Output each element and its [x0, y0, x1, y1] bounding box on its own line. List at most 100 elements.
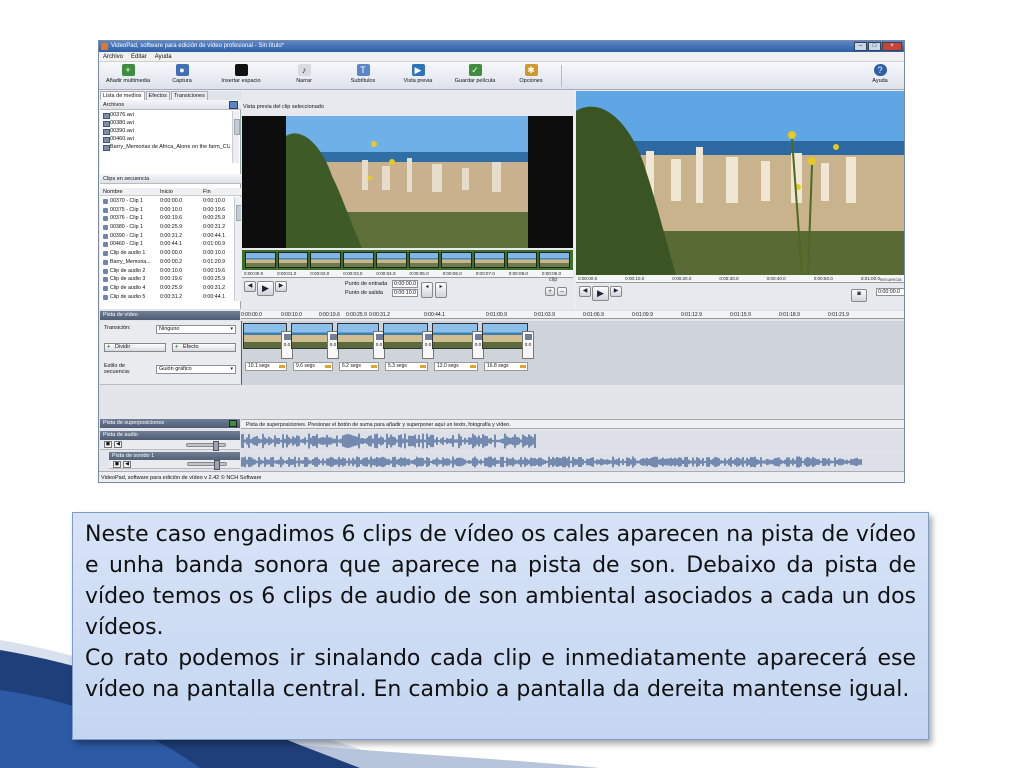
clip-row[interactable]: 00380 - Clip 1 0:00:25.9 0:00:31.2 — [100, 223, 234, 232]
effect-button[interactable]: Efecto — [172, 343, 236, 352]
clip-duration[interactable]: 6.2 segs — [339, 362, 379, 371]
column-name[interactable]: Nombre — [103, 188, 123, 196]
clip-ruler[interactable]: 0:00:00.0 0:00:01.0 0:00:02.0 0:00:03.0 0:00… — [242, 270, 573, 278]
title-bar: VideoPad, software para edición de vídeo… — [99, 41, 904, 52]
tab-media-list[interactable]: Lista de medios — [100, 91, 145, 100]
zoom-out-icon[interactable]: – — [557, 287, 567, 296]
save-movie-button[interactable]: ✓ Guardar película — [451, 64, 499, 88]
file-item[interactable]: 00380.avi — [102, 119, 230, 127]
overlay-track[interactable]: Pista de superposiciones. Presionar el b… — [241, 419, 904, 429]
audio-track[interactable] — [241, 431, 904, 451]
clip-row[interactable]: 00390 - Clip 1 0:00:31.2 0:00:44.1 — [100, 232, 234, 241]
clips-scrollbar[interactable] — [234, 197, 242, 301]
clip-row[interactable]: 00375 - Clip 1 0:00:10.0 0:00:19.6 — [100, 206, 234, 215]
clip-duration[interactable]: 16.8 segs — [484, 362, 528, 371]
help-button[interactable]: ? Ayuda — [867, 64, 893, 88]
column-end[interactable]: Fin — [203, 188, 211, 196]
solo-icon[interactable]: ◀ — [123, 461, 131, 468]
sequence-ruler[interactable]: 0:00:00.0 0:00:10.0 0:00:20.0 0:00:30.0 0:00… — [576, 275, 904, 283]
seq-prev-button[interactable]: ◀ — [579, 286, 591, 297]
audio-waveform — [241, 433, 536, 449]
file-item[interactable]: Barry_Memorias de Africa_Alone on the fa… — [102, 143, 230, 151]
minimize-button[interactable]: – — [854, 42, 867, 51]
audio-volume-slider[interactable] — [186, 441, 226, 451]
clip-duration[interactable]: 10.1 segs — [245, 362, 287, 371]
add-media-button[interactable]: + Añadir multimedia — [103, 64, 153, 88]
clip-tab[interactable]: clip — [549, 277, 557, 283]
clip-row[interactable]: Clip de audio 3 0:00:19.6 0:00:25.9 — [100, 275, 234, 284]
close-button[interactable]: × — [882, 42, 902, 51]
seq-next-button[interactable]: ▶ — [610, 286, 622, 297]
out-point-field[interactable]: 0:00:10.0 — [392, 289, 418, 297]
transition-slot[interactable]: 0.0 — [522, 331, 534, 359]
transition-duration: 0.0 — [283, 342, 291, 347]
clip-row[interactable]: Clip de audio 2 0:00:10.0 0:00:19.6 — [100, 267, 234, 276]
clip-end: 0:00:31.2 — [203, 224, 226, 231]
sequence-tab[interactable]: secuencia — [880, 278, 902, 283]
solo-icon[interactable]: ◀ — [114, 441, 122, 448]
insert-space-button[interactable]: Insertar espacio — [215, 64, 267, 88]
set-point-button-2[interactable]: ▸ — [435, 282, 447, 298]
sequence-preview-video[interactable] — [576, 91, 904, 275]
menu-archivo[interactable]: Archivo — [103, 52, 123, 61]
clip-row[interactable]: Barry_Memoria... 0:00:00.2 0:01:20.9 — [100, 258, 234, 267]
clip-row[interactable]: Clip de audio 5 0:00:31.2 0:00:44.1 — [100, 293, 234, 302]
filmstrip-frame — [441, 252, 472, 268]
sequence-time-field[interactable]: 0:00:00.0 — [876, 288, 904, 296]
clip-duration[interactable]: 13.0 segs — [434, 362, 478, 371]
clip-row[interactable]: Clip de audio 1 0:00:00.0 0:00:10.0 — [100, 249, 234, 258]
clip-filmstrip[interactable] — [242, 250, 573, 270]
timeline-tick-label: 0:01:15.9 — [730, 312, 751, 318]
file-list-scrollbar[interactable] — [232, 111, 240, 163]
clip-name: 00375 - Clip 1 — [103, 206, 143, 215]
audio-track-controls: ◼ ◀ — [100, 440, 240, 451]
mute-icon[interactable]: ◼ — [113, 461, 121, 468]
sound-1-volume-slider[interactable] — [187, 460, 227, 470]
clip-end: 0:00:10.0 — [203, 198, 226, 204]
clip-row[interactable]: 00460 - Clip 1 0:00:44.1 0:01:00.9 — [100, 240, 234, 249]
set-point-button[interactable]: ◂ — [421, 282, 433, 298]
tab-transitions[interactable]: Transiciones — [170, 91, 208, 100]
mute-icon[interactable]: ◼ — [104, 441, 112, 448]
snapshot-camera-icon[interactable]: ◙ — [851, 289, 867, 302]
file-item[interactable]: 00390.avi — [102, 127, 230, 135]
zoom-in-icon[interactable]: + — [545, 287, 555, 296]
timeline-tick-label: 0:01:09.9 — [632, 312, 653, 318]
in-point-field[interactable]: 0:00:00.0 — [392, 280, 418, 288]
timeline-ruler[interactable]: 0:00:00.0 0:00:10.0 0:00:19.6 0:00:25.9 0:00… — [241, 311, 904, 319]
video-track[interactable]: 0.0 10.1 segs 0.0 9.6 segs 0.0 6.2 segs 0.0 5.3… — [241, 321, 904, 385]
sequence-style-select[interactable]: Guión gráfico — [156, 365, 236, 374]
clip-row[interactable]: Clip de audio 4 0:00:25.9 0:00:31.2 — [100, 284, 234, 293]
add-file-icon[interactable] — [229, 101, 238, 109]
sound-track-1[interactable] — [241, 452, 904, 472]
clip-row[interactable]: 00376 - Clip 1 0:00:19.6 0:00:25.9 — [100, 214, 234, 223]
tab-effects[interactable]: Efectos — [145, 91, 170, 100]
maximize-button[interactable]: □ — [868, 42, 881, 51]
clip-row[interactable]: 00370 - Clip 1 0:00:00.0 0:00:10.0 — [100, 197, 234, 206]
narrate-button[interactable]: ♪ Narrar — [289, 64, 319, 88]
clip-duration[interactable]: 5.3 segs — [385, 362, 428, 371]
transition-select[interactable]: Ninguno — [156, 325, 236, 334]
play-clip-button[interactable]: ▶ — [257, 281, 274, 296]
options-button[interactable]: ✱ Opciones — [515, 64, 547, 88]
split-button[interactable]: Dividir — [104, 343, 166, 352]
ruler-tick-label: 0:00:07.0 — [475, 271, 495, 276]
clip-duration[interactable]: 9.6 segs — [293, 362, 333, 371]
menu-editar[interactable]: Editar — [131, 52, 147, 61]
soundtrack-waveform — [241, 456, 862, 468]
playhead[interactable] — [241, 321, 242, 385]
add-overlay-icon[interactable] — [229, 420, 237, 427]
preview-button[interactable]: ▶ Vista previa — [399, 64, 437, 88]
next-frame-button[interactable]: ▶ — [275, 281, 287, 292]
clip-start: 0:00:00.0 — [160, 250, 183, 257]
subtitles-button[interactable]: T Subtítulos — [343, 64, 383, 88]
clip-name: Clip de audio 3 — [103, 275, 145, 284]
menu-ayuda[interactable]: Ayuda — [155, 52, 172, 61]
column-start[interactable]: Inicio — [160, 188, 173, 196]
file-item[interactable]: 00376.avi — [102, 111, 230, 119]
file-item[interactable]: 00460.avi — [102, 135, 230, 143]
clip-preview-video[interactable] — [242, 116, 573, 248]
prev-frame-button[interactable]: ◀ — [244, 281, 256, 292]
capture-button[interactable]: ● Captura — [165, 64, 199, 88]
play-sequence-button[interactable]: ▶ — [592, 286, 609, 301]
